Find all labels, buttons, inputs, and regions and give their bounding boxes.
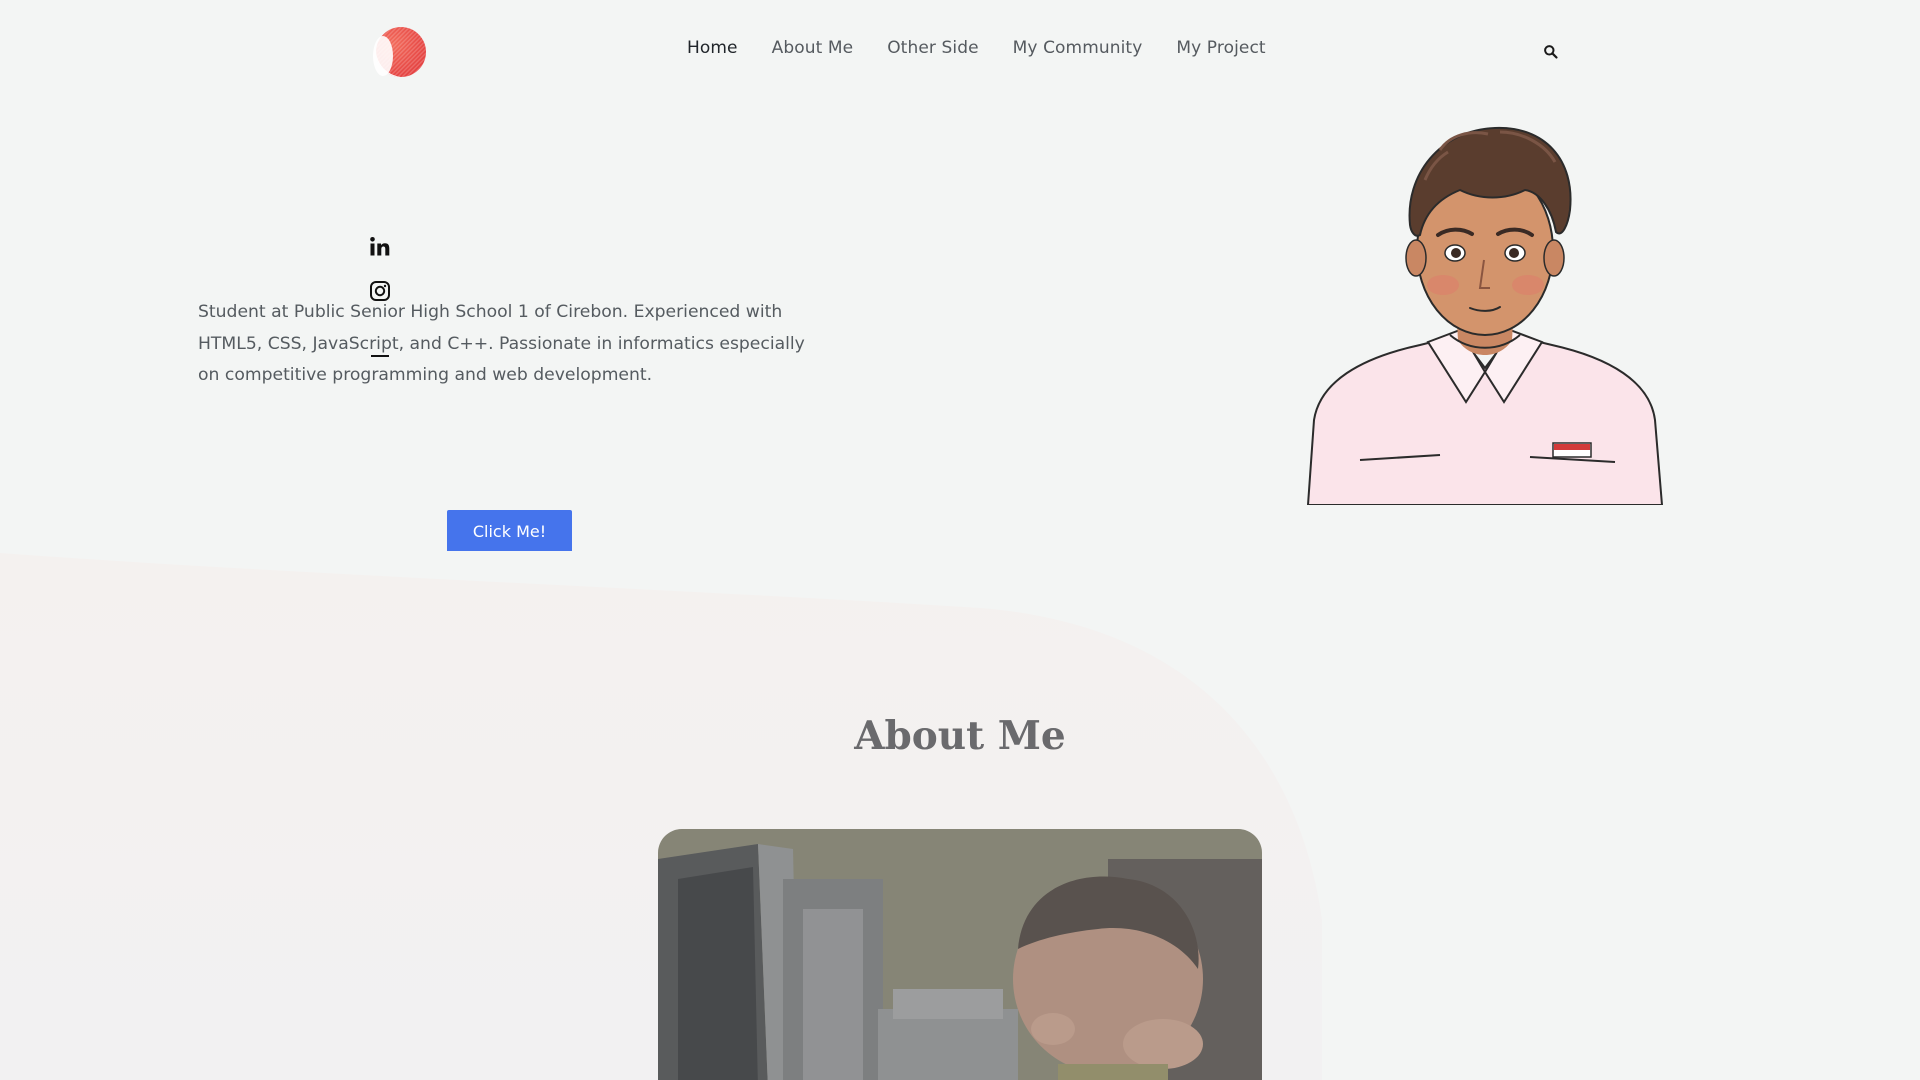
nav-link-about-me[interactable]: About Me: [772, 38, 854, 58]
nav-item-home: Home: [687, 38, 738, 58]
about-title: About Me: [854, 713, 1066, 759]
nav-link-home[interactable]: Home: [687, 38, 738, 58]
about-photo-illustration: [658, 829, 1262, 1080]
nav-link-my-community[interactable]: My Community: [1013, 38, 1143, 58]
hero-bio: Student at Public Senior High School 1 o…: [198, 302, 805, 385]
site-header: Home About Me Other Side My Community My…: [0, 0, 1920, 104]
nav-item-my-community: My Community: [1013, 38, 1143, 58]
nav-item-my-project: My Project: [1176, 38, 1265, 58]
logo[interactable]: [363, 26, 427, 78]
nav-link-other-side[interactable]: Other Side: [887, 38, 978, 58]
click-me-button[interactable]: Click Me!: [447, 510, 572, 551]
social-links: [369, 236, 391, 302]
avatar-illustration: [1306, 126, 1664, 505]
nav-item-other-side: Other Side: [887, 38, 978, 58]
page: Home About Me Other Side My Community My…: [0, 0, 1920, 1080]
linkedin-icon[interactable]: [369, 236, 391, 258]
nav-item-about-me: About Me: [772, 38, 854, 58]
about-photo: [658, 829, 1262, 1080]
search-icon[interactable]: [1543, 44, 1559, 60]
main-nav: Home About Me Other Side My Community My…: [687, 38, 1266, 58]
nav-link-my-project[interactable]: My Project: [1176, 38, 1265, 58]
